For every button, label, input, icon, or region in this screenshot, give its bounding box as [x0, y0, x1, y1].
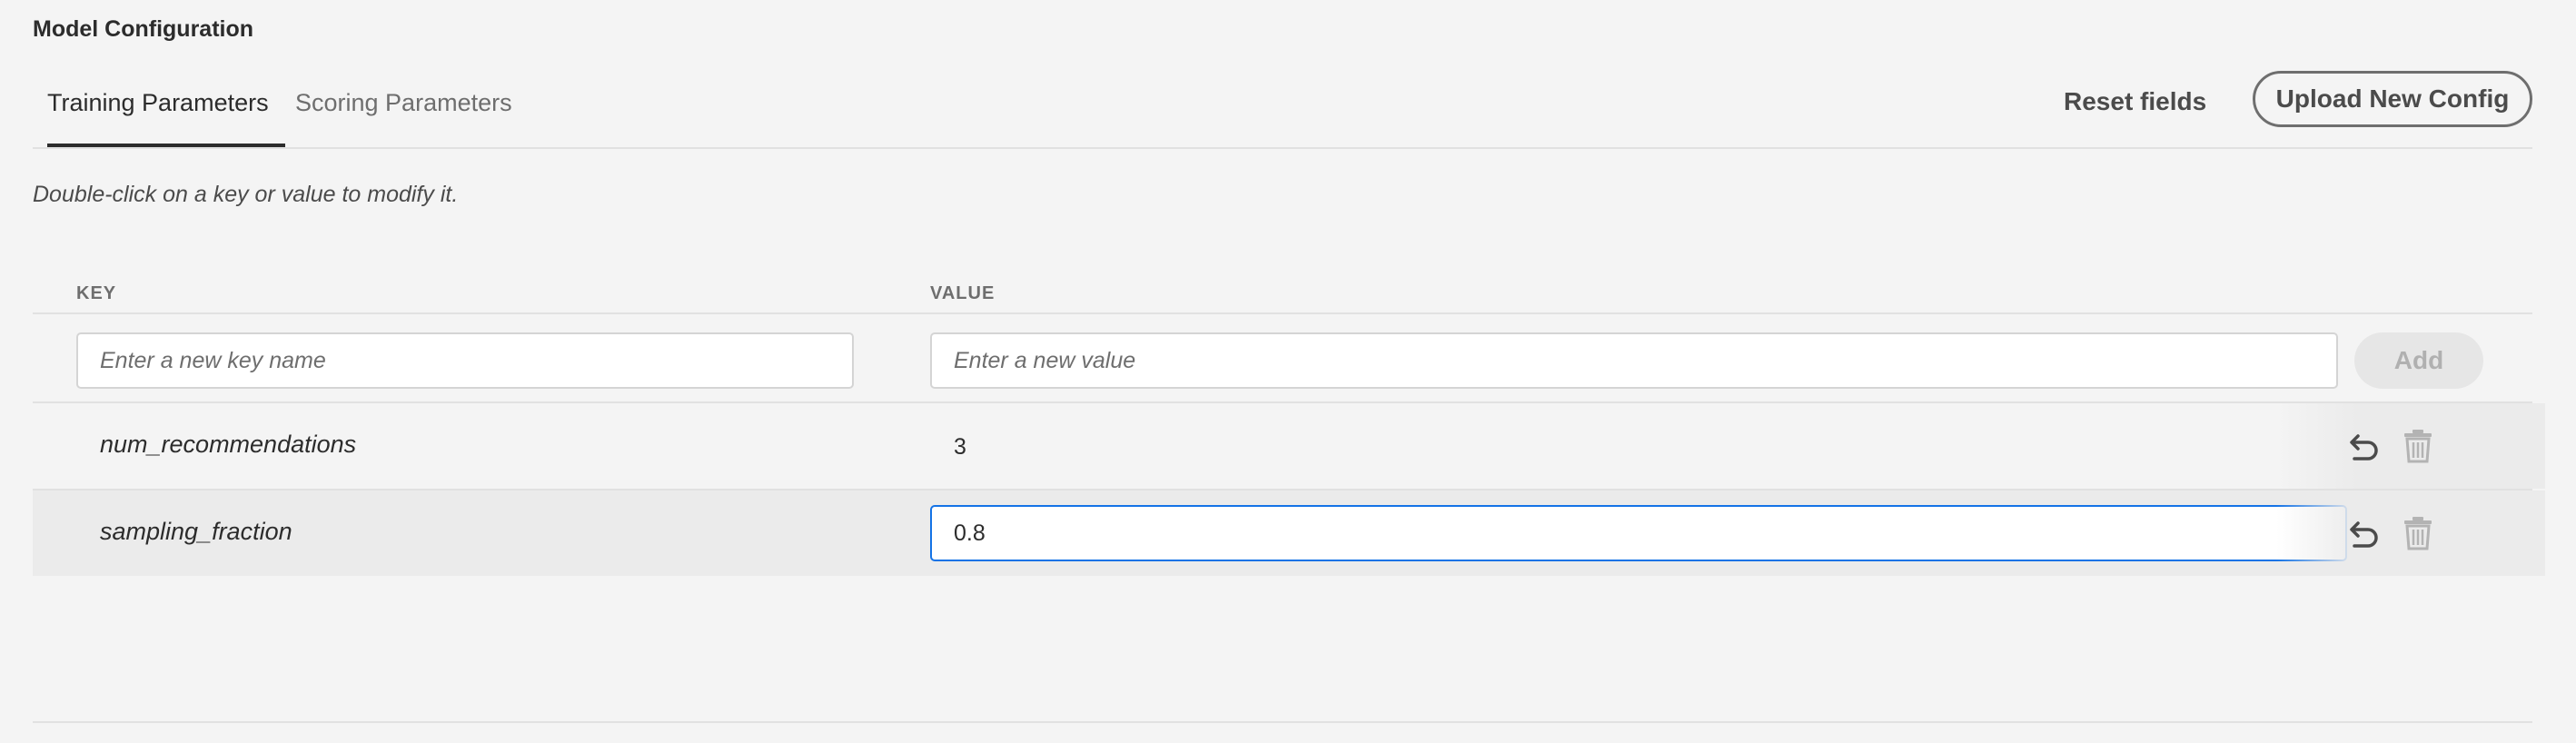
tab-training-parameters[interactable]: Training Parameters: [47, 89, 269, 117]
undo-icon[interactable]: [2345, 512, 2385, 552]
edit-hint-text: Double-click on a key or value to modify…: [33, 182, 459, 207]
page-title: Model Configuration: [33, 16, 254, 42]
row-key[interactable]: sampling_fraction: [100, 518, 292, 546]
column-header-value: VALUE: [930, 283, 996, 303]
tab-scoring-parameters[interactable]: Scoring Parameters: [295, 89, 512, 117]
reset-fields-button[interactable]: Reset fields: [2064, 87, 2206, 116]
column-header-key: KEY: [76, 283, 117, 303]
row-value[interactable]: 3: [954, 434, 966, 461]
table-row-editing[interactable]: sampling_fraction: [33, 490, 2545, 576]
upload-new-config-button[interactable]: Upload New Config: [2253, 71, 2532, 127]
trash-icon[interactable]: [2398, 425, 2438, 465]
add-parameter-button[interactable]: Add: [2354, 332, 2483, 389]
footer-divider: [33, 721, 2532, 723]
trash-icon[interactable]: [2398, 512, 2438, 552]
new-value-input[interactable]: [930, 332, 2338, 389]
row-key[interactable]: num_recommendations: [100, 431, 356, 459]
undo-icon[interactable]: [2345, 425, 2385, 465]
header-divider: [33, 312, 2532, 314]
table-row[interactable]: num_recommendations 3: [33, 403, 2545, 489]
row-value-edit-input[interactable]: [930, 505, 2347, 561]
new-key-input[interactable]: [76, 332, 854, 389]
model-configuration-panel: Model Configuration Training Parameters …: [0, 0, 2576, 743]
active-tab-indicator: [47, 144, 285, 147]
